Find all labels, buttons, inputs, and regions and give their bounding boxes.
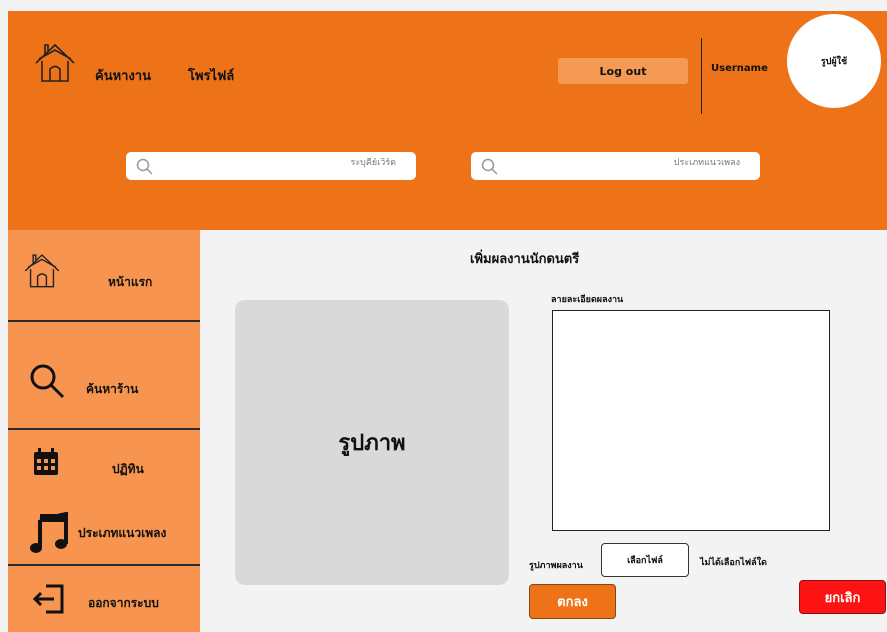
header-divider xyxy=(701,38,702,114)
nav-find-jobs[interactable]: ค้นหางาน xyxy=(95,65,151,86)
sidebar-item-music-genre[interactable]: ประเภทแนวเพลง xyxy=(8,500,200,564)
confirm-button[interactable]: ตกลง xyxy=(529,584,616,619)
username-label: Username xyxy=(711,63,768,74)
sidebar: หน้าแรก ค้นหาร้าน ปฏิทิน ประเภทแนวเพลง อ… xyxy=(8,230,200,632)
home-icon xyxy=(24,254,60,288)
image-placeholder-label: รูปภาพ xyxy=(338,431,406,456)
description-label: ลายละเอียดผลงาน xyxy=(551,295,624,305)
image-placeholder: รูปภาพ xyxy=(235,300,509,585)
keyword-search-input[interactable] xyxy=(196,158,396,168)
keyword-search[interactable] xyxy=(126,152,416,180)
nav-profile[interactable]: โพรไฟล์ xyxy=(188,65,234,86)
top-header: ค้นหางาน โพรไฟล์ Log out Username รูปผู้… xyxy=(8,11,887,230)
search-icon xyxy=(136,158,153,175)
sidebar-item-label: ประเภทแนวเพลง xyxy=(78,526,167,540)
sidebar-item-label: ปฏิทิน xyxy=(112,462,144,476)
search-icon xyxy=(30,364,65,399)
sidebar-item-label: ค้นหาร้าน xyxy=(86,382,139,396)
description-field[interactable] xyxy=(552,310,830,531)
page-title: เพิ่มผลงานนักดนตรี xyxy=(470,252,580,267)
genre-search-input[interactable] xyxy=(540,158,740,168)
home-icon[interactable] xyxy=(34,37,76,87)
choose-file-button[interactable]: เลือกไฟล์ xyxy=(601,543,689,577)
logout-button[interactable]: Log out xyxy=(558,58,688,84)
logout-icon xyxy=(32,584,64,614)
sidebar-item-label: หน้าแรก xyxy=(108,275,153,289)
file-label: รูปภาพผลงาน xyxy=(529,561,583,571)
genre-search[interactable] xyxy=(471,152,760,180)
avatar[interactable]: รูปผู้ใช้ xyxy=(787,14,881,108)
search-icon xyxy=(481,158,498,175)
sidebar-item-label: ออกจากระบบ xyxy=(88,596,159,610)
sidebar-item-logout[interactable]: ออกจากระบบ xyxy=(8,566,200,632)
calendar-icon xyxy=(34,448,58,475)
sidebar-item-calendar[interactable]: ปฏิทิน xyxy=(8,430,200,500)
sidebar-item-search[interactable]: ค้นหาร้าน xyxy=(8,322,200,428)
cancel-button[interactable]: ยกเลิก xyxy=(799,580,886,614)
avatar-label: รูปผู้ใช้ xyxy=(820,57,848,67)
file-status: ไม่ได้เลือกไฟล์ใด xyxy=(700,558,767,568)
music-note-icon xyxy=(30,512,68,553)
sidebar-item-home[interactable]: หน้าแรก xyxy=(8,230,200,320)
